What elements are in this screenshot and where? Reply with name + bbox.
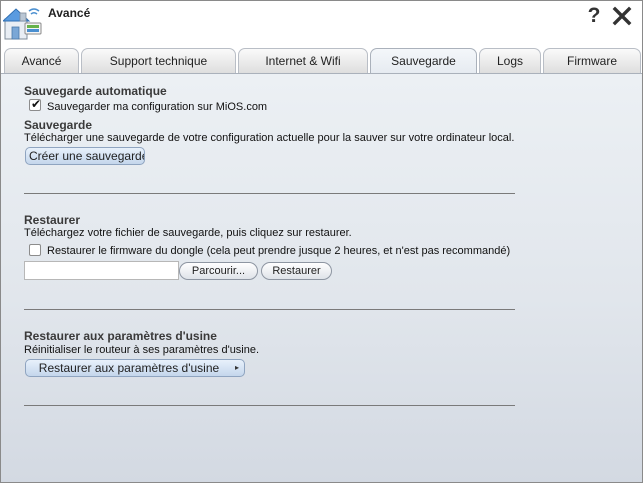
tab-bar: Avancé Support technique Internet & Wifi… bbox=[1, 46, 642, 73]
window-title: Avancé bbox=[48, 6, 91, 20]
tab-sauvegarde[interactable]: Sauvegarde bbox=[370, 48, 477, 73]
settings-window: Avancé ? Avancé Support technique Intern… bbox=[0, 0, 643, 483]
question-mark-icon[interactable]: ? bbox=[584, 4, 604, 28]
title-bar: Avancé ? bbox=[1, 1, 642, 45]
section-divider bbox=[24, 193, 515, 194]
auto-backup-label: Sauvegarder ma configuration sur MiOS.co… bbox=[47, 101, 268, 113]
tab-content-panel: Sauvegarde automatique ✔ Sauvegarder ma … bbox=[1, 73, 642, 482]
restore-heading: Restaurer bbox=[24, 213, 81, 227]
section-divider bbox=[24, 309, 515, 310]
tab-support-technique[interactable]: Support technique bbox=[81, 48, 236, 73]
restore-firmware-checkbox[interactable] bbox=[29, 244, 41, 256]
house-network-icon bbox=[1, 3, 43, 43]
tab-internet-wifi[interactable]: Internet & Wifi bbox=[238, 48, 368, 73]
tab-logs[interactable]: Logs bbox=[479, 48, 541, 73]
restore-description: Téléchargez votre fichier de sauvegarde,… bbox=[24, 227, 352, 239]
checkmark-icon: ✔ bbox=[31, 97, 42, 111]
auto-backup-heading: Sauvegarde automatique bbox=[24, 84, 167, 98]
arrow-right-icon: ▸ bbox=[234, 363, 239, 372]
auto-backup-checkbox[interactable]: ✔ bbox=[29, 97, 42, 111]
restore-button[interactable]: Restaurer bbox=[261, 262, 332, 280]
section-divider bbox=[24, 405, 515, 406]
tab-avance[interactable]: Avancé bbox=[4, 48, 79, 73]
backup-heading: Sauvegarde bbox=[24, 118, 93, 132]
restore-firmware-label: Restaurer le firmware du dongle (cela pe… bbox=[47, 245, 511, 257]
factory-reset-button[interactable]: Restaurer aux paramètres d'usine ▸ bbox=[25, 359, 245, 377]
factory-reset-button-label: Restaurer aux paramètres d'usine bbox=[38, 361, 220, 375]
factory-reset-heading: Restaurer aux paramètres d'usine bbox=[24, 329, 217, 343]
factory-reset-description: Réinitialiser le routeur à ses paramètre… bbox=[24, 344, 260, 356]
tab-firmware[interactable]: Firmware bbox=[543, 48, 641, 73]
create-backup-button[interactable]: Créer une sauvegarde bbox=[25, 147, 145, 165]
backup-description: Télécharger une sauvegarde de votre conf… bbox=[24, 132, 515, 144]
backup-file-field[interactable] bbox=[24, 261, 179, 280]
close-x-icon[interactable] bbox=[610, 4, 634, 28]
browse-button[interactable]: Parcourir... bbox=[179, 262, 258, 280]
